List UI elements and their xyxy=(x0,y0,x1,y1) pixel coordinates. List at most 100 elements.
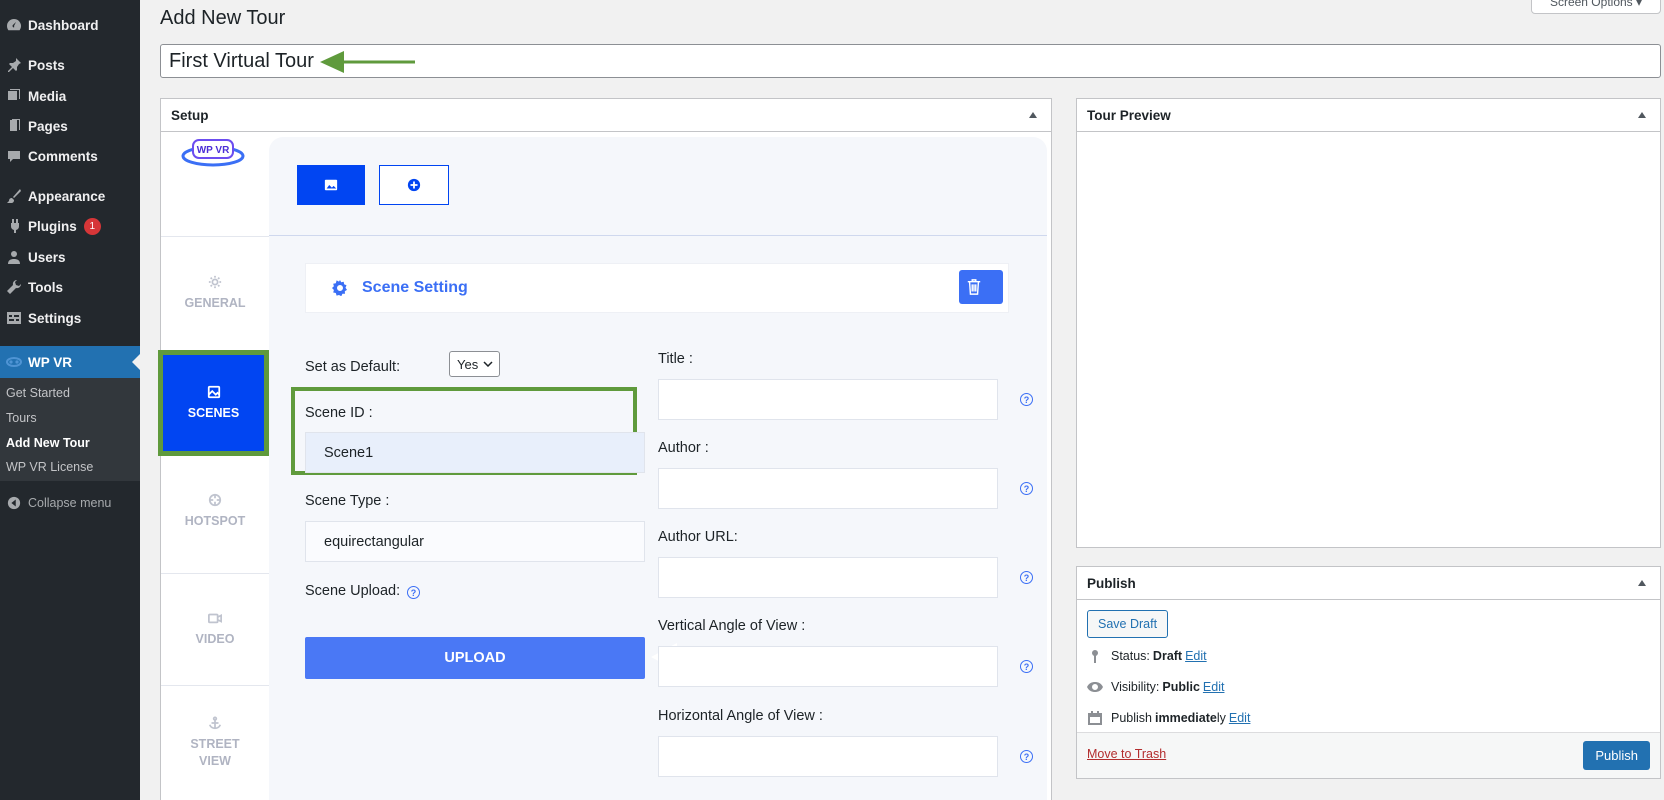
submenu-get-started[interactable]: Get Started xyxy=(6,386,70,400)
visibility-row: Visibility: Public Edit xyxy=(1087,679,1224,695)
admin-sidebar: Dashboard Posts Media Pages Comments App… xyxy=(0,0,140,800)
vertical-angle-input[interactable] xyxy=(658,646,998,687)
info-icon[interactable]: ? xyxy=(407,586,420,599)
tab-street-view[interactable]: STREET VIEW xyxy=(161,686,269,800)
sidebar-item-users[interactable]: Users xyxy=(0,242,140,272)
info-icon[interactable]: ? xyxy=(1020,571,1033,584)
scene-upload-label: Scene Upload: xyxy=(305,583,401,599)
edit-schedule-link[interactable]: Edit xyxy=(1229,711,1251,725)
schedule-value: immediate xyxy=(1155,711,1217,725)
sidebar-item-wp-vr[interactable]: WP VR xyxy=(0,346,140,378)
sidebar-item-posts[interactable]: Posts xyxy=(0,50,140,80)
pin-icon xyxy=(1092,650,1098,663)
tab-hotspot[interactable]: HOTSPOT xyxy=(161,456,269,566)
scene-type-input[interactable]: equirectangular xyxy=(305,521,645,562)
sidebar-item-media[interactable]: Media xyxy=(0,81,140,111)
sidebar-item-label: Pages xyxy=(28,118,68,134)
gear-icon xyxy=(208,275,222,288)
tab-video[interactable]: VIDEO xyxy=(161,574,269,684)
vertical-angle-label: Vertical Angle of View : xyxy=(658,618,806,634)
comments-icon xyxy=(0,148,28,164)
scene-list-button[interactable] xyxy=(297,165,365,205)
info-icon[interactable]: ? xyxy=(1020,750,1033,763)
publish-box-header[interactable]: Publish xyxy=(1077,567,1660,600)
tour-preview-header[interactable]: Tour Preview xyxy=(1077,99,1660,132)
wp-vr-logo: WP VR xyxy=(181,134,245,171)
submenu-license[interactable]: WP VR License xyxy=(6,460,93,474)
setup-box: Setup WP VR GENERAL SCENES HOTSPOT VIDEO… xyxy=(158,98,1052,800)
tab-label: STREET VIEW xyxy=(190,737,240,768)
title-label: Title : xyxy=(658,351,693,367)
title-input[interactable] xyxy=(658,379,998,420)
green-arrow-annotation xyxy=(320,51,415,73)
sidebar-item-label: Settings xyxy=(28,310,82,326)
collapse-icon xyxy=(0,496,28,510)
image-icon xyxy=(324,179,338,191)
video-icon xyxy=(208,613,222,623)
dashboard-icon xyxy=(0,17,28,33)
plugin-update-badge: 1 xyxy=(83,217,101,235)
sidebar-item-label: Media xyxy=(28,88,67,104)
save-draft-button[interactable]: Save Draft xyxy=(1087,610,1169,638)
calendar-icon xyxy=(1088,711,1102,725)
add-scene-button[interactable] xyxy=(379,165,449,205)
toggle-up-icon[interactable] xyxy=(1638,112,1646,118)
move-to-trash-link[interactable]: Move to Trash xyxy=(1087,747,1166,761)
visibility-value: Public xyxy=(1162,680,1200,694)
sidebar-item-label: Tools xyxy=(28,279,63,295)
edit-visibility-link[interactable]: Edit xyxy=(1203,680,1225,694)
sidebar-item-label: Posts xyxy=(28,57,65,73)
scene-id-value: Scene1 xyxy=(324,444,374,461)
toggle-up-icon[interactable] xyxy=(1638,580,1646,586)
horizontal-angle-input[interactable] xyxy=(658,736,998,777)
eye-icon xyxy=(1087,682,1103,692)
set-default-select[interactable]: Yes xyxy=(449,351,500,377)
tab-scenes[interactable]: SCENES xyxy=(158,350,269,456)
scene-type-label: Scene Type : xyxy=(305,493,390,509)
sidebar-item-label: Plugins xyxy=(28,218,77,234)
submenu-tours[interactable]: Tours xyxy=(6,411,37,425)
image-icon xyxy=(207,385,220,398)
collapse-menu-button[interactable]: Collapse menu xyxy=(0,493,111,513)
author-input[interactable] xyxy=(658,468,998,509)
pages-icon xyxy=(0,118,28,134)
collapse-label: Collapse menu xyxy=(28,496,112,510)
toggle-up-icon[interactable] xyxy=(1029,112,1037,118)
publish-footer: Move to Trash Publish xyxy=(1077,732,1660,778)
plus-circle-icon xyxy=(407,178,421,192)
publish-button[interactable]: Publish xyxy=(1583,741,1650,770)
delete-scene-button[interactable] xyxy=(959,270,1003,304)
anchor-icon xyxy=(208,716,222,730)
setup-box-header[interactable]: Setup xyxy=(161,99,1051,132)
edit-status-link[interactable]: Edit xyxy=(1185,649,1207,663)
pin-icon xyxy=(0,57,28,73)
vr-icon xyxy=(0,354,28,370)
info-icon[interactable]: ? xyxy=(1020,393,1033,406)
submenu-add-new-tour[interactable]: Add New Tour xyxy=(6,436,90,450)
sidebar-item-tools[interactable]: Tools xyxy=(0,272,140,302)
sidebar-item-pages[interactable]: Pages xyxy=(0,111,140,141)
sidebar-item-settings[interactable]: Settings xyxy=(0,303,140,333)
scene-id-input[interactable]: Scene1 xyxy=(305,432,645,473)
info-icon[interactable]: ? xyxy=(1020,660,1033,673)
sidebar-item-appearance[interactable]: Appearance xyxy=(0,181,140,211)
scene-setting-title: Scene Setting xyxy=(362,279,468,296)
scene-setting-bar: Scene Setting xyxy=(305,263,1009,313)
schedule-label: Publish xyxy=(1111,711,1152,725)
author-label: Author : xyxy=(658,440,709,456)
schedule-value-suffix: ly xyxy=(1216,711,1226,725)
upload-button[interactable]: UPLOAD xyxy=(305,637,645,679)
logo-text: WP VR xyxy=(197,145,230,156)
author-url-input[interactable] xyxy=(658,557,998,598)
publish-box: Publish Save Draft Status: Draft Edit Vi… xyxy=(1076,566,1661,779)
sidebar-item-plugins[interactable]: Plugins 1 xyxy=(0,211,140,241)
status-row: Status: Draft Edit xyxy=(1087,648,1207,664)
tab-general[interactable]: GENERAL xyxy=(161,236,269,350)
info-icon[interactable]: ? xyxy=(1020,482,1033,495)
sidebar-item-dashboard[interactable]: Dashboard xyxy=(0,10,140,40)
set-default-label: Set as Default: xyxy=(305,359,401,375)
brush-icon xyxy=(0,188,28,204)
screen-options-button[interactable]: Screen Options ▾ xyxy=(1531,0,1661,14)
set-default-value: Yes xyxy=(457,356,479,372)
sidebar-item-comments[interactable]: Comments xyxy=(0,141,140,171)
